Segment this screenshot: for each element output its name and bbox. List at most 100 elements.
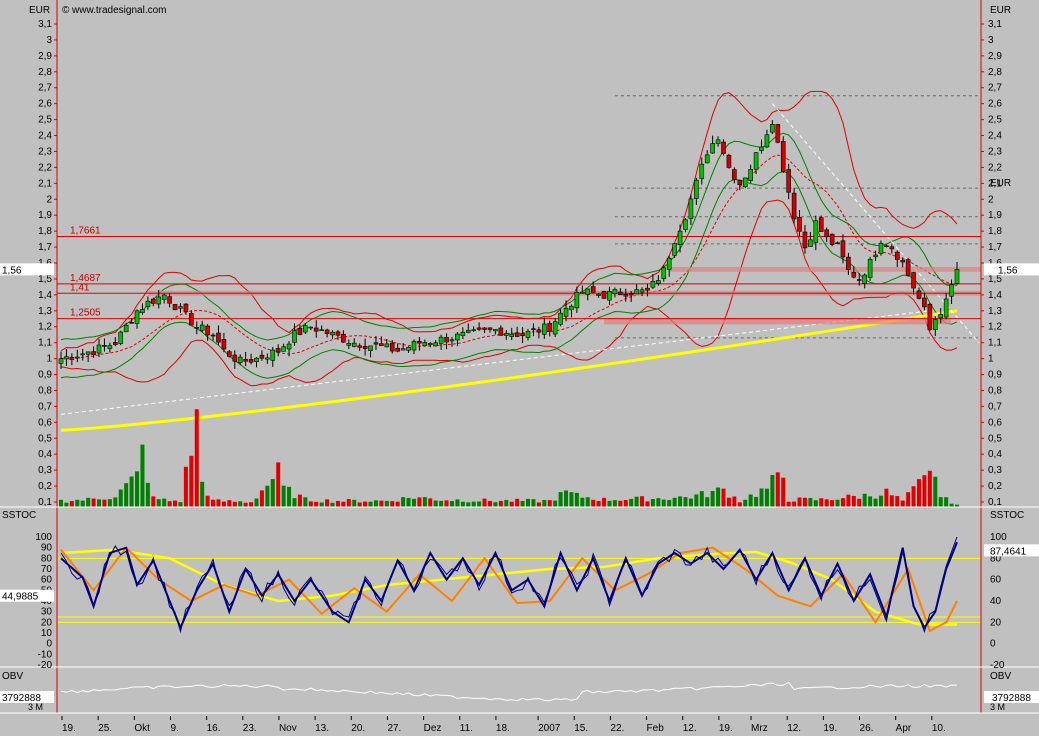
volume-bar <box>477 501 482 507</box>
candle-body <box>422 342 428 347</box>
candle-body <box>74 356 80 359</box>
volume-bar <box>341 501 346 507</box>
x-tick-label: 12. <box>683 723 697 734</box>
volume-bar <box>357 502 362 507</box>
candle-body <box>471 329 477 331</box>
volume-bar <box>683 497 688 507</box>
candle-body <box>351 342 357 347</box>
candle-body <box>80 353 86 356</box>
x-tick-label: 26. <box>860 723 874 734</box>
candle-body <box>813 220 819 243</box>
candle-body <box>601 290 607 299</box>
volume-bar <box>944 497 949 507</box>
x-tick-label: 10. <box>932 723 946 734</box>
volume-bar <box>308 501 313 507</box>
volume-bar <box>672 497 677 507</box>
volume-bar <box>607 500 612 507</box>
volume-bar <box>156 499 161 507</box>
candle-body <box>748 169 753 181</box>
volume-bar <box>455 499 460 507</box>
volume-bar <box>194 409 199 507</box>
source-label: www.tradesignal.com <box>71 5 166 16</box>
candle-body <box>889 246 895 250</box>
price-tick-left: 0,5 <box>38 433 52 444</box>
candle-body <box>894 251 900 260</box>
level-label: 1,7661 <box>70 226 101 237</box>
candle-body <box>406 346 411 351</box>
candle-body <box>232 354 238 362</box>
volume-bar <box>743 499 748 507</box>
volume-bar <box>840 498 845 507</box>
volume-bar <box>135 471 140 507</box>
candle-body <box>476 327 482 330</box>
candle-body <box>884 245 889 247</box>
volume-bar <box>819 498 824 507</box>
volume-bar <box>449 501 454 507</box>
candle-body <box>905 259 911 276</box>
volume-bar <box>721 488 726 507</box>
candle-body <box>922 297 927 308</box>
price-tick-left: 2,7 <box>38 83 52 94</box>
volume-bar <box>536 502 541 507</box>
volume-bar <box>281 485 286 507</box>
sstoc-tick-left: -20 <box>38 660 53 671</box>
volume-bar <box>591 499 596 507</box>
price-tick-left: 1,8 <box>38 226 52 237</box>
candle-body <box>156 296 162 305</box>
candle-body <box>574 292 580 309</box>
volume-bar <box>916 479 921 507</box>
candle-body <box>341 333 346 343</box>
sstoc-tick-right: 0 <box>990 639 996 650</box>
price-tick-left: 2,4 <box>38 131 52 142</box>
volume-bar <box>352 499 357 507</box>
price-tick-left: 2,8 <box>38 67 52 78</box>
candle-body <box>205 325 210 336</box>
candle-body <box>189 313 194 326</box>
volume-bar <box>645 501 650 507</box>
candle-body <box>835 242 840 245</box>
candle-body <box>227 351 232 357</box>
candle-body <box>797 217 802 232</box>
candle-body <box>254 357 259 362</box>
volume-bar <box>297 494 302 507</box>
candle-body <box>764 134 770 148</box>
volume-bar <box>667 500 672 507</box>
volume-bar <box>86 497 91 507</box>
price-tick-right: 1,8 <box>988 226 1002 237</box>
candle-body <box>270 349 276 361</box>
candle-body <box>525 331 531 338</box>
price-tick-right: 2,8 <box>988 67 1002 78</box>
volume-bar <box>629 498 634 507</box>
volume-bar <box>900 500 905 507</box>
candle-body <box>389 342 395 352</box>
unit-label-left: EUR <box>29 5 50 16</box>
candle-body <box>552 321 558 335</box>
candle-body <box>460 331 466 336</box>
stock-chart: 1,76611,46871,411,2505 3,1 3,13 32,9 2,92,8… <box>0 0 1039 736</box>
volume-bar <box>835 499 840 507</box>
candle-body <box>878 242 884 254</box>
candle-body <box>900 260 905 263</box>
candle-body <box>107 345 113 349</box>
volume-bar <box>401 497 406 507</box>
volume-bar <box>265 485 270 507</box>
volume-bar <box>151 496 156 507</box>
volume-bar <box>938 497 943 507</box>
sstoc-title-right: SSTOC <box>990 510 1024 521</box>
obv-title-right: OBV <box>990 671 1011 682</box>
candle-body <box>639 289 645 293</box>
obv-title-left: OBV <box>2 671 23 682</box>
volume-bar <box>466 502 471 507</box>
candle-body <box>183 303 189 312</box>
volume-bar <box>417 497 422 507</box>
candle-body <box>145 300 151 308</box>
volume-bar <box>911 486 916 507</box>
candle-body <box>449 339 455 342</box>
volume-bar <box>406 497 411 507</box>
x-tick-label: 22. <box>610 723 624 734</box>
candle-body <box>699 163 705 179</box>
price-tick-right: 2,7 <box>988 83 1002 94</box>
volume-bar <box>748 494 753 507</box>
price-tick-right: 1 <box>988 354 994 365</box>
volume-bar <box>553 500 558 507</box>
